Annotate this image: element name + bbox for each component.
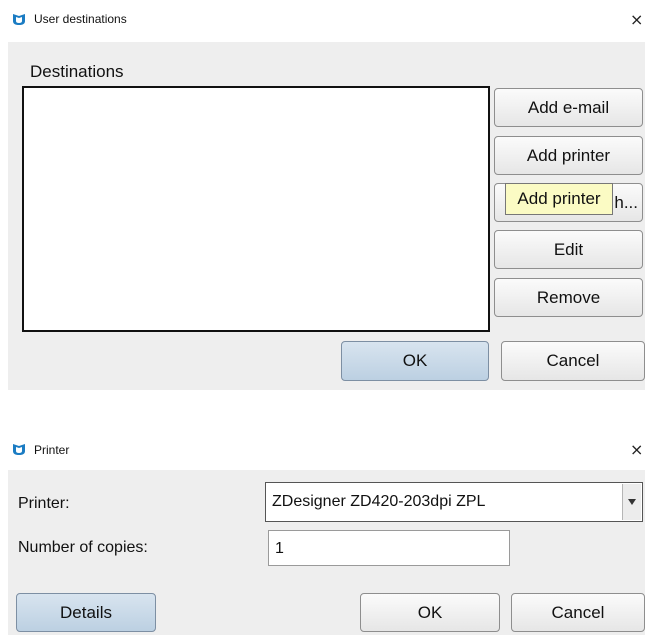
hidden-button-label: h... bbox=[614, 192, 638, 212]
copies-input[interactable]: 1 bbox=[268, 530, 510, 566]
copies-label: Number of copies: bbox=[18, 539, 148, 556]
copies-value: 1 bbox=[275, 540, 284, 557]
app-logo-icon bbox=[12, 12, 26, 26]
destinations-label: Destinations bbox=[30, 62, 124, 81]
printer-label: Printer: bbox=[18, 495, 70, 512]
cancel-button[interactable]: Cancel bbox=[501, 341, 645, 381]
dropdown-arrow-icon[interactable] bbox=[622, 484, 641, 520]
window-title: User destinations bbox=[34, 12, 127, 26]
remove-button[interactable]: Remove bbox=[494, 278, 643, 317]
close-icon[interactable]: × bbox=[630, 442, 643, 458]
app-logo-icon bbox=[12, 442, 26, 456]
printer-titlebar: Printer × bbox=[0, 432, 645, 470]
add-printer-tooltip: Add printer bbox=[505, 183, 613, 215]
ok-button[interactable]: OK bbox=[360, 593, 500, 632]
user-destinations-titlebar: User destinations × bbox=[0, 0, 645, 42]
cancel-button[interactable]: Cancel bbox=[511, 593, 645, 632]
edit-button[interactable]: Edit bbox=[494, 230, 643, 269]
printer-select-value: ZDesigner ZD420-203dpi ZPL bbox=[272, 493, 486, 510]
add-printer-button[interactable]: Add printer bbox=[494, 136, 643, 175]
destinations-list[interactable] bbox=[22, 86, 490, 332]
window-title: Printer bbox=[34, 443, 70, 457]
ok-button[interactable]: OK bbox=[341, 341, 489, 381]
printer-panel: Printer: ZDesigner ZD420-203dpi ZPL Numb… bbox=[8, 470, 645, 635]
user-destinations-panel: Destinations Add e-mail Add printer h...… bbox=[8, 42, 645, 390]
close-icon[interactable]: × bbox=[630, 12, 643, 28]
add-email-button[interactable]: Add e-mail bbox=[494, 88, 643, 127]
details-button[interactable]: Details bbox=[16, 593, 156, 632]
printer-select[interactable]: ZDesigner ZD420-203dpi ZPL bbox=[265, 482, 643, 522]
